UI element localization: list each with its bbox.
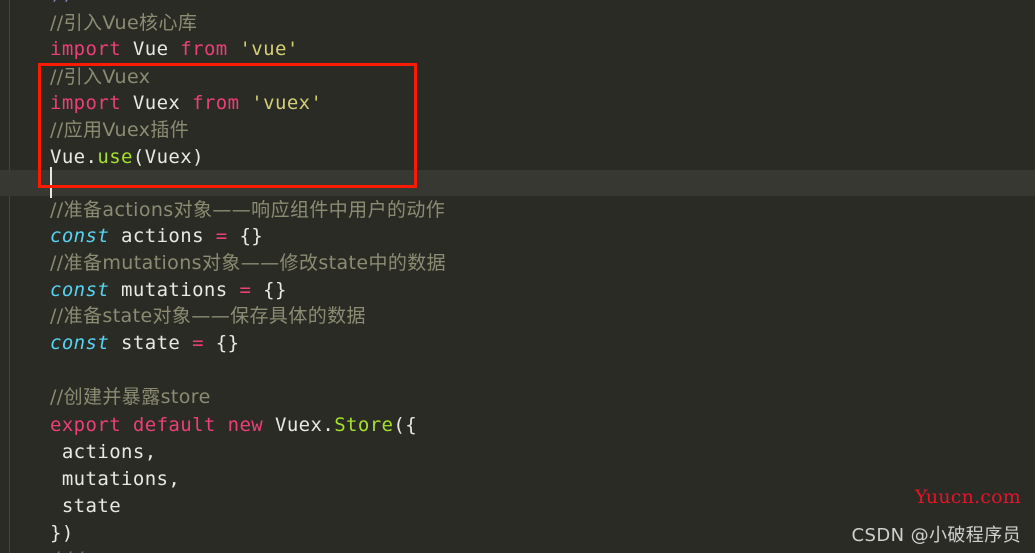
code-token-plain: actions,	[50, 441, 157, 463]
line-comment-actions[interactable]: //准备actions对象——响应组件中用户的动作	[50, 197, 445, 223]
code-token-keyword: import	[50, 92, 122, 114]
code-token-plain: (Vuex)	[132, 146, 204, 168]
line-prop-mutations[interactable]: mutations,	[50, 466, 180, 492]
code-token-plain: state	[50, 495, 122, 517]
code-token-plain: {}	[239, 225, 264, 247]
line-import-vue[interactable]: import Vue from 'vue'	[50, 36, 299, 62]
code-token-plain: Vuex.	[274, 414, 335, 436]
code-token-keyword: import	[50, 38, 122, 60]
line-comment-import-vue-core[interactable]: //引入Vue核心库	[50, 10, 197, 36]
code-token-comment: //应用Vuex插件	[50, 119, 190, 141]
code-token-plain: state	[121, 332, 181, 354]
code-token-op: =	[215, 225, 228, 247]
code-token-comment: //准备state对象——保存具体的数据	[50, 305, 366, 327]
code-token-plain: ({	[393, 414, 418, 436]
code-token-plain: {}	[263, 279, 287, 301]
code-token-comment: //引入Vuex	[50, 66, 151, 88]
code-content-area[interactable]: //引入Vue核心库 import Vue from 'vue'//引入Vuex i…	[0, 0, 1035, 553]
code-token-plain: })	[50, 522, 74, 544]
text-caret	[50, 167, 52, 198]
line-comment-import-vuex[interactable]: //引入Vuex	[50, 64, 150, 90]
clipped-line-bottom: ///	[50, 546, 86, 553]
code-token-func: Store	[334, 414, 394, 436]
line-const-actions[interactable]: const actions = {}	[50, 223, 263, 249]
code-token-plain: {}	[215, 332, 240, 354]
code-token-string: 'vue'	[239, 38, 299, 60]
line-comment-create-store[interactable]: //创建并暴露store	[50, 384, 211, 410]
line-comment-apply-vuex-plugin[interactable]: //应用Vuex插件	[50, 117, 189, 143]
code-token-keyword: from	[192, 92, 240, 114]
code-token-comment: //准备actions对象——响应组件中用户的动作	[50, 199, 446, 221]
code-token-plain: mutations	[121, 279, 228, 301]
line-prop-state[interactable]: state	[50, 493, 121, 519]
code-token-plain: mutations,	[50, 468, 181, 490]
code-token-keyword: export	[50, 414, 122, 436]
code-token-plain: Vue.	[50, 146, 98, 168]
code-token-comment: //准备mutations对象——修改state中的数据	[50, 252, 447, 274]
line-import-vuex[interactable]: import Vuex from 'vuex'	[50, 90, 322, 116]
code-token-const: const	[50, 225, 110, 247]
line-comment-state[interactable]: //准备state对象——保存具体的数据	[50, 303, 366, 329]
code-editor-screenshot: )) //引入Vue核心库import Vue from 'vue'//引入Vu…	[0, 0, 1035, 553]
line-export-default[interactable]: export default new Vuex.Store({	[50, 412, 417, 438]
code-token-op: =	[239, 279, 252, 301]
code-token-comment: //引入Vue核心库	[50, 12, 198, 34]
csdn-author-watermark: CSDN @小破程序员	[851, 525, 1021, 546]
code-token-keyword: default	[132, 414, 216, 436]
code-token-plain: actions	[121, 225, 204, 247]
site-watermark: Yuucn.com	[914, 486, 1021, 508]
line-const-state[interactable]: const state = {}	[50, 330, 239, 356]
line-vue-use-vuex[interactable]: Vue.use(Vuex)	[50, 144, 204, 170]
line-close-store[interactable]: })	[50, 520, 74, 546]
code-token-op: =	[192, 332, 204, 354]
code-token-keyword: new	[227, 414, 264, 436]
line-comment-mutations[interactable]: //准备mutations对象——修改state中的数据	[50, 250, 446, 276]
code-token-plain: Vuex	[132, 92, 181, 114]
line-const-mutations[interactable]: const mutations = {}	[50, 277, 287, 303]
code-token-string: 'vuex'	[251, 92, 323, 114]
code-token-plain: Vue	[132, 38, 169, 60]
code-token-const: const	[50, 332, 110, 354]
code-token-func: use	[97, 146, 133, 168]
line-prop-actions[interactable]: actions,	[50, 439, 157, 465]
code-token-comment: //创建并暴露store	[50, 386, 211, 408]
code-token-keyword: from	[180, 38, 228, 60]
code-token-const: const	[50, 279, 110, 301]
